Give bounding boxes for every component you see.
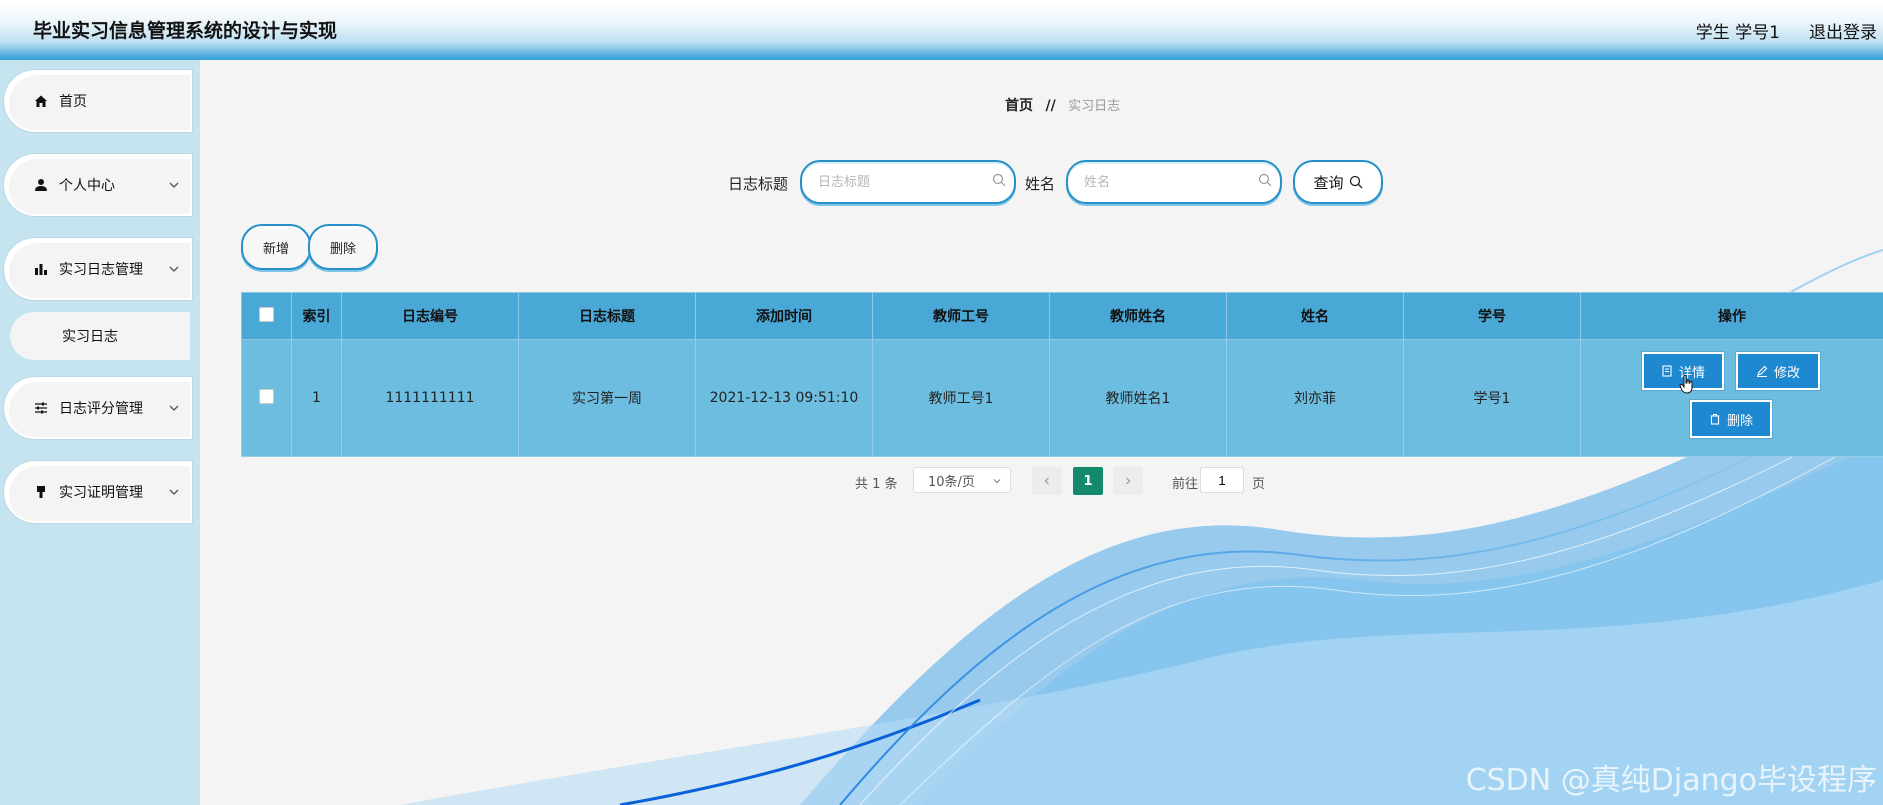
name-input[interactable] [1082,173,1246,191]
hand-cursor-icon [1679,374,1693,394]
column-header: 索引 [291,292,342,340]
name-label: 姓名 [1025,175,1056,193]
table-row: 1 1111111111 实习第一周 2021-12-13 09:51:10 教… [241,339,1883,457]
log-table: 索引 日志编号 日志标题 添加时间 教师工号 教师姓名 姓名 学号 操作 1 1… [241,292,1883,457]
search-bar: 日志标题 姓名 查询 [200,160,1883,204]
edit-button[interactable]: 修改 [1738,354,1818,388]
column-header: 日志标题 [518,292,696,340]
column-header: 姓名 [1226,292,1404,340]
document-icon [1662,365,1672,377]
sliders-icon [33,400,49,416]
bar-chart-icon [33,261,49,277]
delete-button[interactable]: 删除 [1692,402,1770,436]
chevron-left-icon [1044,477,1049,485]
cell-teacher-name: 教师姓名1 [1049,339,1227,457]
cell-teacher-id: 教师工号1 [872,339,1050,457]
batch-delete-button[interactable]: 删除 [308,224,378,270]
user-icon [33,177,49,193]
delete-button-label: 删除 [1726,413,1753,429]
home-icon [33,93,49,109]
row-checkbox[interactable] [259,388,274,404]
table-header-row: 索引 日志编号 日志标题 添加时间 教师工号 教师姓名 姓名 学号 操作 [241,292,1883,340]
user-info: 学生 学号1 [1695,23,1780,43]
sidebar-item-log-rating[interactable]: 日志评分管理 [6,379,190,437]
add-button[interactable]: 新增 [241,224,311,270]
sidebar-item-label: 实习日志管理 [59,262,143,278]
prev-page-button[interactable] [1032,467,1062,495]
sidebar-item-label: 个人中心 [59,178,115,194]
sidebar: 首页 个人中心 实习日志管理 实习日志 日志评分管理 实习证明管理 [0,60,200,805]
app-title: 毕业实习信息管理系统的设计与实现 [33,20,338,42]
chevron-right-icon [1126,477,1131,485]
column-header: 教师姓名 [1049,292,1227,340]
sidebar-item-home[interactable]: 首页 [6,72,190,130]
logout-link[interactable]: 退出登录 [1809,18,1877,43]
breadcrumb-current: 实习日志 [1068,99,1121,114]
query-button[interactable]: 查询 [1293,160,1383,204]
chevron-down-icon [169,182,179,188]
sidebar-item-label: 实习证明管理 [59,485,143,501]
goto-label: 前往 [1172,477,1199,492]
sidebar-subitem-log[interactable]: 实习日志 [10,312,190,360]
log-title-field [800,160,1016,204]
edit-icon [1756,365,1768,377]
chevron-down-icon [169,266,179,272]
row-select-cell [241,339,292,457]
breadcrumb: 首页 // 实习日志 [1005,95,1120,115]
cell-index: 1 [291,339,342,457]
page-size-value: 10条/页 [928,474,975,490]
cell-added-time: 2021-12-13 09:51:10 [695,339,873,457]
chevron-down-icon [993,479,1001,484]
sidebar-subitem-label: 实习日志 [62,329,118,345]
page-size-select[interactable]: 10条/页 [913,467,1011,493]
goto-page-input[interactable] [1200,467,1244,493]
breadcrumb-home[interactable]: 首页 [1005,98,1033,114]
page-number-current[interactable]: 1 [1073,467,1103,495]
query-button-label: 查询 [1313,173,1344,192]
sidebar-item-certificate[interactable]: 实习证明管理 [6,463,190,521]
stamp-icon [33,484,49,500]
chevron-down-icon [169,405,179,411]
chevron-down-icon [169,489,179,495]
sidebar-item-log-management[interactable]: 实习日志管理 [6,240,190,298]
search-icon [1349,175,1362,189]
cell-name: 刘亦菲 [1226,339,1404,457]
select-all-checkbox[interactable] [259,306,274,322]
name-field [1066,160,1282,204]
cell-log-no: 1111111111 [341,339,519,457]
cell-log-title: 实习第一周 [518,339,696,457]
top-bar: 毕业实习信息管理系统的设计与实现 学生 学号1 退出登录 [0,0,1883,60]
column-header: 日志编号 [341,292,519,340]
cell-operations: 详情 修改 删除 [1580,339,1883,457]
log-title-label: 日志标题 [728,175,789,193]
column-header: 教师工号 [872,292,1050,340]
search-icon [992,173,1006,187]
select-all-header [241,292,292,340]
main-content: 首页 // 实习日志 日志标题 姓名 查询 新增 删除 索引 [200,60,1883,805]
trash-icon [1710,413,1720,425]
page-suffix: 页 [1252,477,1266,492]
sidebar-item-personal-center[interactable]: 个人中心 [6,156,190,214]
search-icon [1258,173,1272,187]
log-title-input[interactable] [816,173,980,191]
pagination: 共 1 条 10条/页 1 前往 页 [200,467,1883,495]
column-header: 添加时间 [695,292,873,340]
breadcrumb-separator: // [1045,98,1056,114]
cell-student-no: 学号1 [1403,339,1581,457]
edit-button-label: 修改 [1773,365,1800,381]
column-header: 操作 [1580,292,1883,340]
watermark: CSDN @真纯Django毕设程序 [1465,763,1877,798]
sidebar-item-label: 首页 [59,94,87,110]
column-header: 学号 [1403,292,1581,340]
total-count: 共 1 条 [855,477,898,492]
sidebar-item-label: 日志评分管理 [59,401,143,417]
next-page-button[interactable] [1113,467,1143,495]
